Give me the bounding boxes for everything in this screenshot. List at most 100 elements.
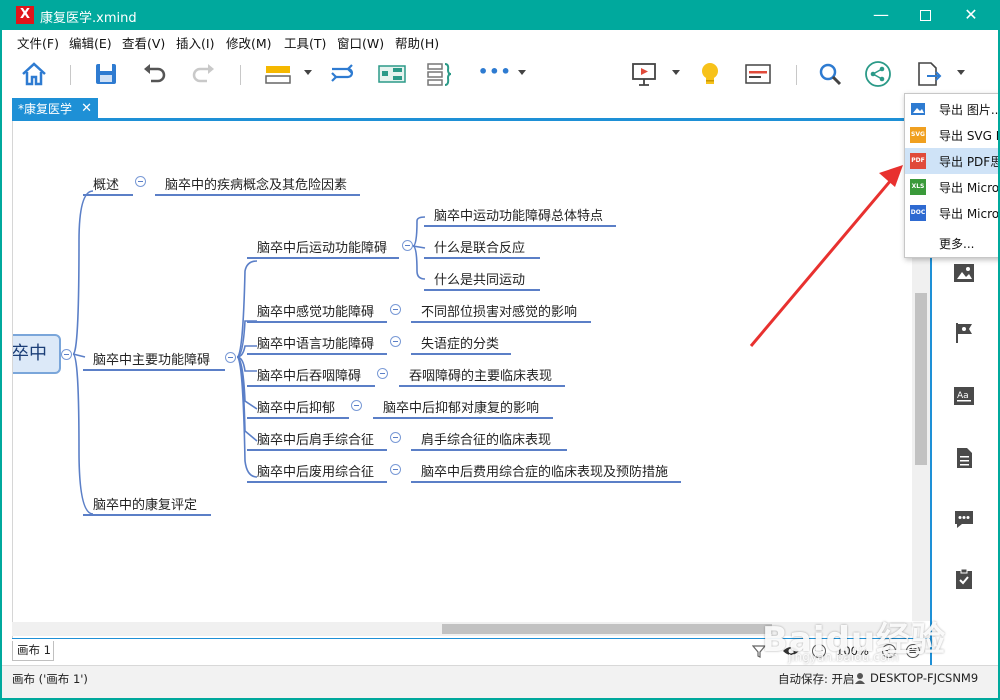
export-word-item[interactable]: DOC 导出 Micro — [905, 200, 998, 226]
more-dropdown-icon[interactable] — [518, 70, 526, 75]
summary-icon[interactable] — [426, 60, 454, 88]
marker-panel-icon[interactable] — [952, 321, 976, 345]
home-icon[interactable] — [20, 60, 48, 88]
title-bar: X 康复医学.xmind — ✕ — [2, 0, 998, 30]
topic-aphasia-types[interactable]: 失语症的分类 — [421, 333, 499, 352]
share-icon[interactable] — [864, 60, 892, 88]
presentation-dropdown-icon[interactable] — [672, 70, 680, 75]
maximize-icon — [919, 10, 931, 21]
topic-dropdown-icon[interactable] — [304, 70, 312, 75]
topic-motor-features[interactable]: 脑卒中运动功能障碍总体特点 — [434, 205, 603, 224]
topic-sensory-dysfunction[interactable]: 脑卒中感觉功能障碍 — [257, 301, 374, 320]
comment-panel-icon[interactable] — [952, 507, 976, 531]
horizontal-scroll-thumb[interactable] — [442, 624, 772, 634]
menu-insert[interactable]: 插入(I) — [176, 33, 214, 52]
tab-kangfu-yixue[interactable]: *康复医学 ✕ — [12, 98, 98, 120]
export-icon[interactable] — [914, 60, 942, 88]
topic-underline — [247, 385, 375, 387]
topic-dysphagia-symptoms[interactable]: 吞咽障碍的主要临床表现 — [409, 365, 552, 384]
topic-sensory-impact[interactable]: 不同部位损害对感觉的影响 — [421, 301, 577, 320]
collapse-icon[interactable] — [61, 349, 72, 360]
topic-icon[interactable] — [264, 60, 292, 88]
topic-depression[interactable]: 脑卒中后抑郁 — [257, 397, 335, 416]
status-autosave[interactable]: 自动保存: 开启 — [778, 671, 855, 687]
topic-overview[interactable]: 概述 — [93, 174, 119, 193]
topic-underline — [83, 369, 225, 371]
format-panel-icon[interactable]: Aa — [952, 384, 976, 408]
vertical-scroll-thumb[interactable] — [915, 293, 927, 465]
collapse-icon[interactable] — [390, 336, 401, 347]
status-bar: 画布 ('画布 1') 自动保存: 开启 DESKTOP-FJCSNM9 — [2, 665, 998, 698]
image-file-icon — [911, 103, 925, 115]
redo-icon[interactable] — [190, 60, 218, 88]
search-icon[interactable] — [816, 60, 844, 88]
more-icon[interactable]: ••• — [478, 60, 511, 88]
menu-modify[interactable]: 修改(M) — [226, 33, 272, 52]
sheet-tab[interactable]: 画布 1 — [12, 641, 54, 661]
collapse-icon[interactable] — [390, 464, 401, 475]
collapse-icon[interactable] — [377, 368, 388, 379]
export-more-item[interactable]: 更多... — [905, 230, 998, 256]
tab-close-icon[interactable]: ✕ — [81, 98, 92, 120]
maximize-button[interactable] — [902, 0, 948, 30]
root-topic[interactable]: 卒中 — [13, 334, 61, 374]
topic-depression-impact[interactable]: 脑卒中后抑郁对康复的影响 — [383, 397, 539, 416]
topic-main-dysfunction[interactable]: 脑卒中主要功能障碍 — [93, 349, 210, 368]
close-window-button[interactable]: ✕ — [948, 0, 994, 30]
boundary-icon[interactable] — [378, 60, 406, 88]
topic-rehab-assessment[interactable]: 脑卒中的康复评定 — [93, 494, 197, 513]
export-svg-item[interactable]: SVG 导出 SVG F — [905, 122, 998, 148]
menu-help[interactable]: 帮助(H) — [395, 33, 439, 52]
undo-icon[interactable] — [140, 60, 168, 88]
export-image-item[interactable]: 导出 图片... — [905, 96, 1000, 122]
collapse-icon[interactable] — [351, 400, 362, 411]
idea-icon[interactable] — [696, 60, 724, 88]
collapse-icon[interactable] — [390, 432, 401, 443]
collapse-icon[interactable] — [402, 240, 413, 251]
menu-window[interactable]: 窗口(W) — [337, 33, 384, 52]
export-pdf-label: 导出 PDF思 — [939, 155, 1000, 169]
topic-disuse-symptoms[interactable]: 脑卒中后费用综合症的临床表现及预防措施 — [421, 461, 668, 480]
topic-dysphagia[interactable]: 脑卒中后吞咽障碍 — [257, 365, 361, 384]
menu-tools[interactable]: 工具(T) — [284, 33, 326, 52]
topic-disuse-syndrome[interactable]: 脑卒中后废用综合征 — [257, 461, 374, 480]
topic-underline — [399, 385, 565, 387]
topic-disease-concept[interactable]: 脑卒中的疾病概念及其危险因素 — [165, 174, 347, 193]
topic-language-dysfunction[interactable]: 脑卒中语言功能障碍 — [257, 333, 374, 352]
export-pdf-item[interactable]: PDF 导出 PDF思 — [905, 148, 1000, 174]
export-dropdown-menu: 导出 图片... SVG 导出 SVG F PDF 导出 PDF思 XLS 导出… — [904, 93, 1000, 258]
toolbar-divider — [240, 65, 241, 85]
export-dropdown-icon[interactable] — [957, 70, 965, 75]
menu-view[interactable]: 查看(V) — [122, 33, 165, 52]
topic-shoulder-hand[interactable]: 脑卒中后肩手综合征 — [257, 429, 374, 448]
notes-panel-icon[interactable] — [952, 446, 976, 470]
minimize-button[interactable]: — — [858, 0, 904, 30]
topic-associated-reaction[interactable]: 什么是联合反应 — [434, 237, 525, 256]
collapse-icon[interactable] — [225, 352, 236, 363]
task-panel-icon[interactable] — [952, 567, 976, 591]
topic-shoulder-hand-symptoms[interactable]: 肩手综合征的临床表现 — [421, 429, 551, 448]
topic-synergy-movement[interactable]: 什么是共同运动 — [434, 269, 525, 288]
menu-file[interactable]: 文件(F) — [17, 33, 59, 52]
mindmap-canvas[interactable]: 卒中 概述 脑卒中的疾病概念及其危险因素 脑卒中主要功能障碍 脑卒中后运动功能障… — [12, 121, 930, 638]
export-more-label: 更多... — [939, 237, 975, 251]
menu-bar: 文件(F) 编辑(E) 查看(V) 插入(I) 修改(M) 工具(T) 窗口(W… — [2, 30, 998, 52]
topic-motor-dysfunction[interactable]: 脑卒中后运动功能障碍 — [257, 237, 387, 256]
app-window: X 康复医学.xmind — ✕ 文件(F) 编辑(E) 查看(V) 插入(I)… — [0, 0, 1000, 700]
relationship-icon[interactable] — [328, 60, 356, 88]
topic-underline — [247, 417, 349, 419]
export-excel-item[interactable]: XLS 导出 Micro — [905, 174, 998, 200]
topic-underline — [83, 514, 211, 516]
topic-underline — [247, 257, 399, 259]
topic-underline — [247, 481, 387, 483]
collapse-icon[interactable] — [135, 176, 146, 187]
image-panel-icon[interactable] — [952, 261, 976, 285]
outline-icon[interactable] — [744, 60, 772, 88]
topic-underline — [424, 257, 540, 259]
menu-edit[interactable]: 编辑(E) — [69, 33, 112, 52]
topic-underline — [83, 194, 133, 196]
presentation-icon[interactable] — [630, 60, 658, 88]
export-image-label: 导出 图片... — [939, 103, 1000, 117]
save-icon[interactable] — [92, 60, 120, 88]
collapse-icon[interactable] — [390, 304, 401, 315]
